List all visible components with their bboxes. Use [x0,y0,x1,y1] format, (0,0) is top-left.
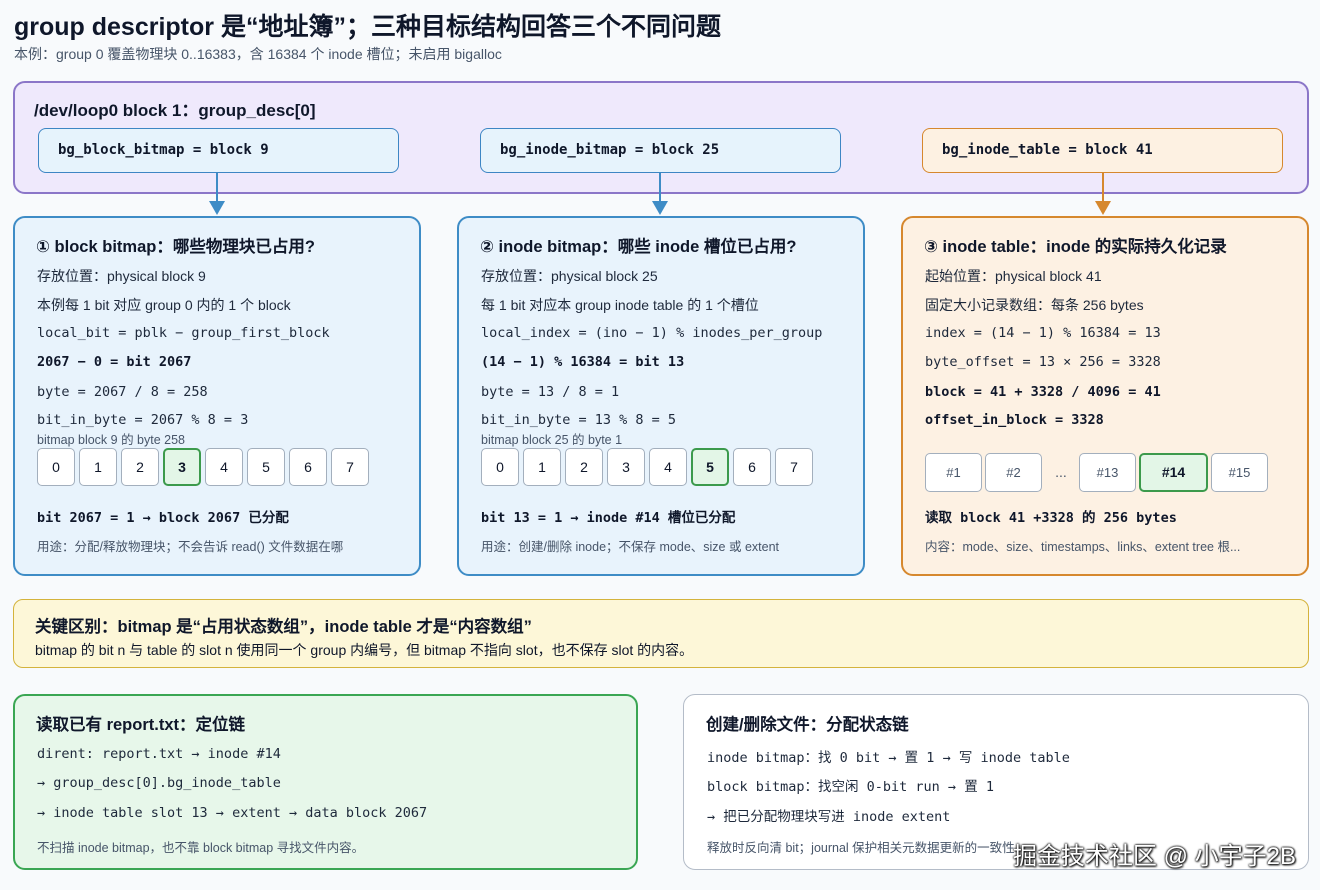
arrow-head-inode-table [1095,201,1111,215]
card-line: 存放位置：physical block 25 [481,268,658,284]
inode-slot: #15 [1211,453,1268,492]
chain-note: 释放时反向清 bit；journal 保护相关元数据更新的一致性 [707,841,1015,855]
key-difference-title: 关键区别：bitmap 是“占用状态数组”，inode table 才是“内容数… [35,618,532,636]
inode-slot: #2 [985,453,1042,492]
watermark: 掘金技术社区 @ 小宇子2B [1012,843,1296,870]
card-line: offset_in_block = 3328 [925,412,1104,428]
bit-cell: 4 [205,448,243,486]
card-line: byte = 2067 / 8 = 258 [37,384,208,400]
chain-line: → 把已分配物理块写进 inode extent [707,809,951,825]
bit-cell: 7 [331,448,369,486]
bit-cell: 4 [649,448,687,486]
card-line: bit_in_byte = 13 % 8 = 5 [481,412,677,428]
arrow-to-inode-bitmap [659,173,661,203]
group-descriptor-title: /dev/loop0 block 1：group_desc[0] [34,101,316,120]
card-line: byte_offset = 13 × 256 = 3328 [925,354,1161,370]
bit-cell-highlighted: 3 [163,448,201,486]
key-difference-text: bitmap 的 bit n 与 table 的 slot n 使用同一个 gr… [35,642,694,658]
chain-line: inode bitmap：找 0 bit → 置 1 → 写 inode tab… [707,750,1070,766]
card-line: index = (14 − 1) % 16384 = 13 [925,325,1161,341]
card-result: bit 2067 = 1 → block 2067 已分配 [37,510,289,526]
read-chain-title: 读取已有 report.txt：定位链 [36,716,246,734]
card-note: 用途：创建/删除 inode；不保存 mode、size 或 extent [481,540,779,554]
bitmap-caption: bitmap block 9 的 byte 258 [37,433,185,447]
card-note: 用途：分配/释放物理块；不会告诉 read() 文件数据在哪 [37,540,344,554]
card-line: block = 41 + 3328 / 4096 = 41 [925,384,1161,400]
arrow-head-block-bitmap [209,201,225,215]
card-line: byte = 13 / 8 = 1 [481,384,620,400]
card-title: ② inode bitmap：哪些 inode 槽位已占用? [480,238,797,256]
bit-cell: 6 [289,448,327,486]
chain-line: block bitmap：找空闲 0-bit run → 置 1 [707,779,994,795]
field-bg-block-bitmap: bg_block_bitmap = block 9 [38,128,399,173]
bit-cell: 1 [523,448,561,486]
card-title: ① block bitmap：哪些物理块已占用? [36,238,315,256]
card-result: bit 13 = 1 → inode #14 槽位已分配 [481,510,736,526]
bitmap-caption: bitmap block 25 的 byte 1 [481,433,623,447]
slot-ellipsis: ... [1055,464,1067,480]
card-result: 读取 block 41 +3328 的 256 bytes [925,510,1177,526]
card-line: local_bit = pblk − group_first_block [37,325,330,341]
page-title: group descriptor 是“地址簿”；三种目标结构回答三个不同问题 [14,13,721,41]
field-bg-inode-bitmap: bg_inode_bitmap = block 25 [480,128,841,173]
card-title: ③ inode table：inode 的实际持久化记录 [924,238,1227,256]
bit-cell-highlighted: 5 [691,448,729,486]
card-line: 固定大小记录数组：每条 256 bytes [925,297,1144,313]
bit-cell: 2 [121,448,159,486]
chain-line: → group_desc[0].bg_inode_table [37,775,281,791]
bit-cell: 0 [37,448,75,486]
card-line: 起始位置：physical block 41 [925,268,1102,284]
field-bg-inode-table: bg_inode_table = block 41 [922,128,1283,173]
chain-line: → inode table slot 13 → extent → data bl… [37,805,428,821]
card-line: 本例每 1 bit 对应 group 0 内的 1 个 block [37,297,291,313]
card-line: bit_in_byte = 2067 % 8 = 3 [37,412,249,428]
chain-line: dirent: report.txt → inode #14 [37,746,281,762]
arrow-head-inode-bitmap [652,201,668,215]
card-line: (14 − 1) % 16384 = bit 13 [481,354,685,370]
bit-cell: 6 [733,448,771,486]
card-note: 内容：mode、size、timestamps、links、extent tre… [925,540,1241,554]
page-subtitle: 本例：group 0 覆盖物理块 0..16383，含 16384 个 inod… [14,46,502,62]
chain-note: 不扫描 inode bitmap，也不靠 block bitmap 寻找文件内容… [37,841,365,855]
arrow-to-block-bitmap [216,173,218,203]
card-line: 每 1 bit 对应本 group inode table 的 1 个槽位 [481,297,759,313]
alloc-chain-title: 创建/删除文件：分配状态链 [706,716,909,734]
bit-cell: 3 [607,448,645,486]
card-line: 存放位置：physical block 9 [37,268,206,284]
bit-cell: 0 [481,448,519,486]
bit-cell: 7 [775,448,813,486]
inode-slot: #13 [1079,453,1136,492]
arrow-to-inode-table [1102,173,1104,203]
card-line: 2067 − 0 = bit 2067 [37,354,192,370]
card-line: local_index = (ino − 1) % inodes_per_gro… [481,325,823,341]
inode-slot-highlighted: #14 [1139,453,1208,492]
bit-cell: 5 [247,448,285,486]
bit-cell: 2 [565,448,603,486]
bit-cell: 1 [79,448,117,486]
inode-slot: #1 [925,453,982,492]
